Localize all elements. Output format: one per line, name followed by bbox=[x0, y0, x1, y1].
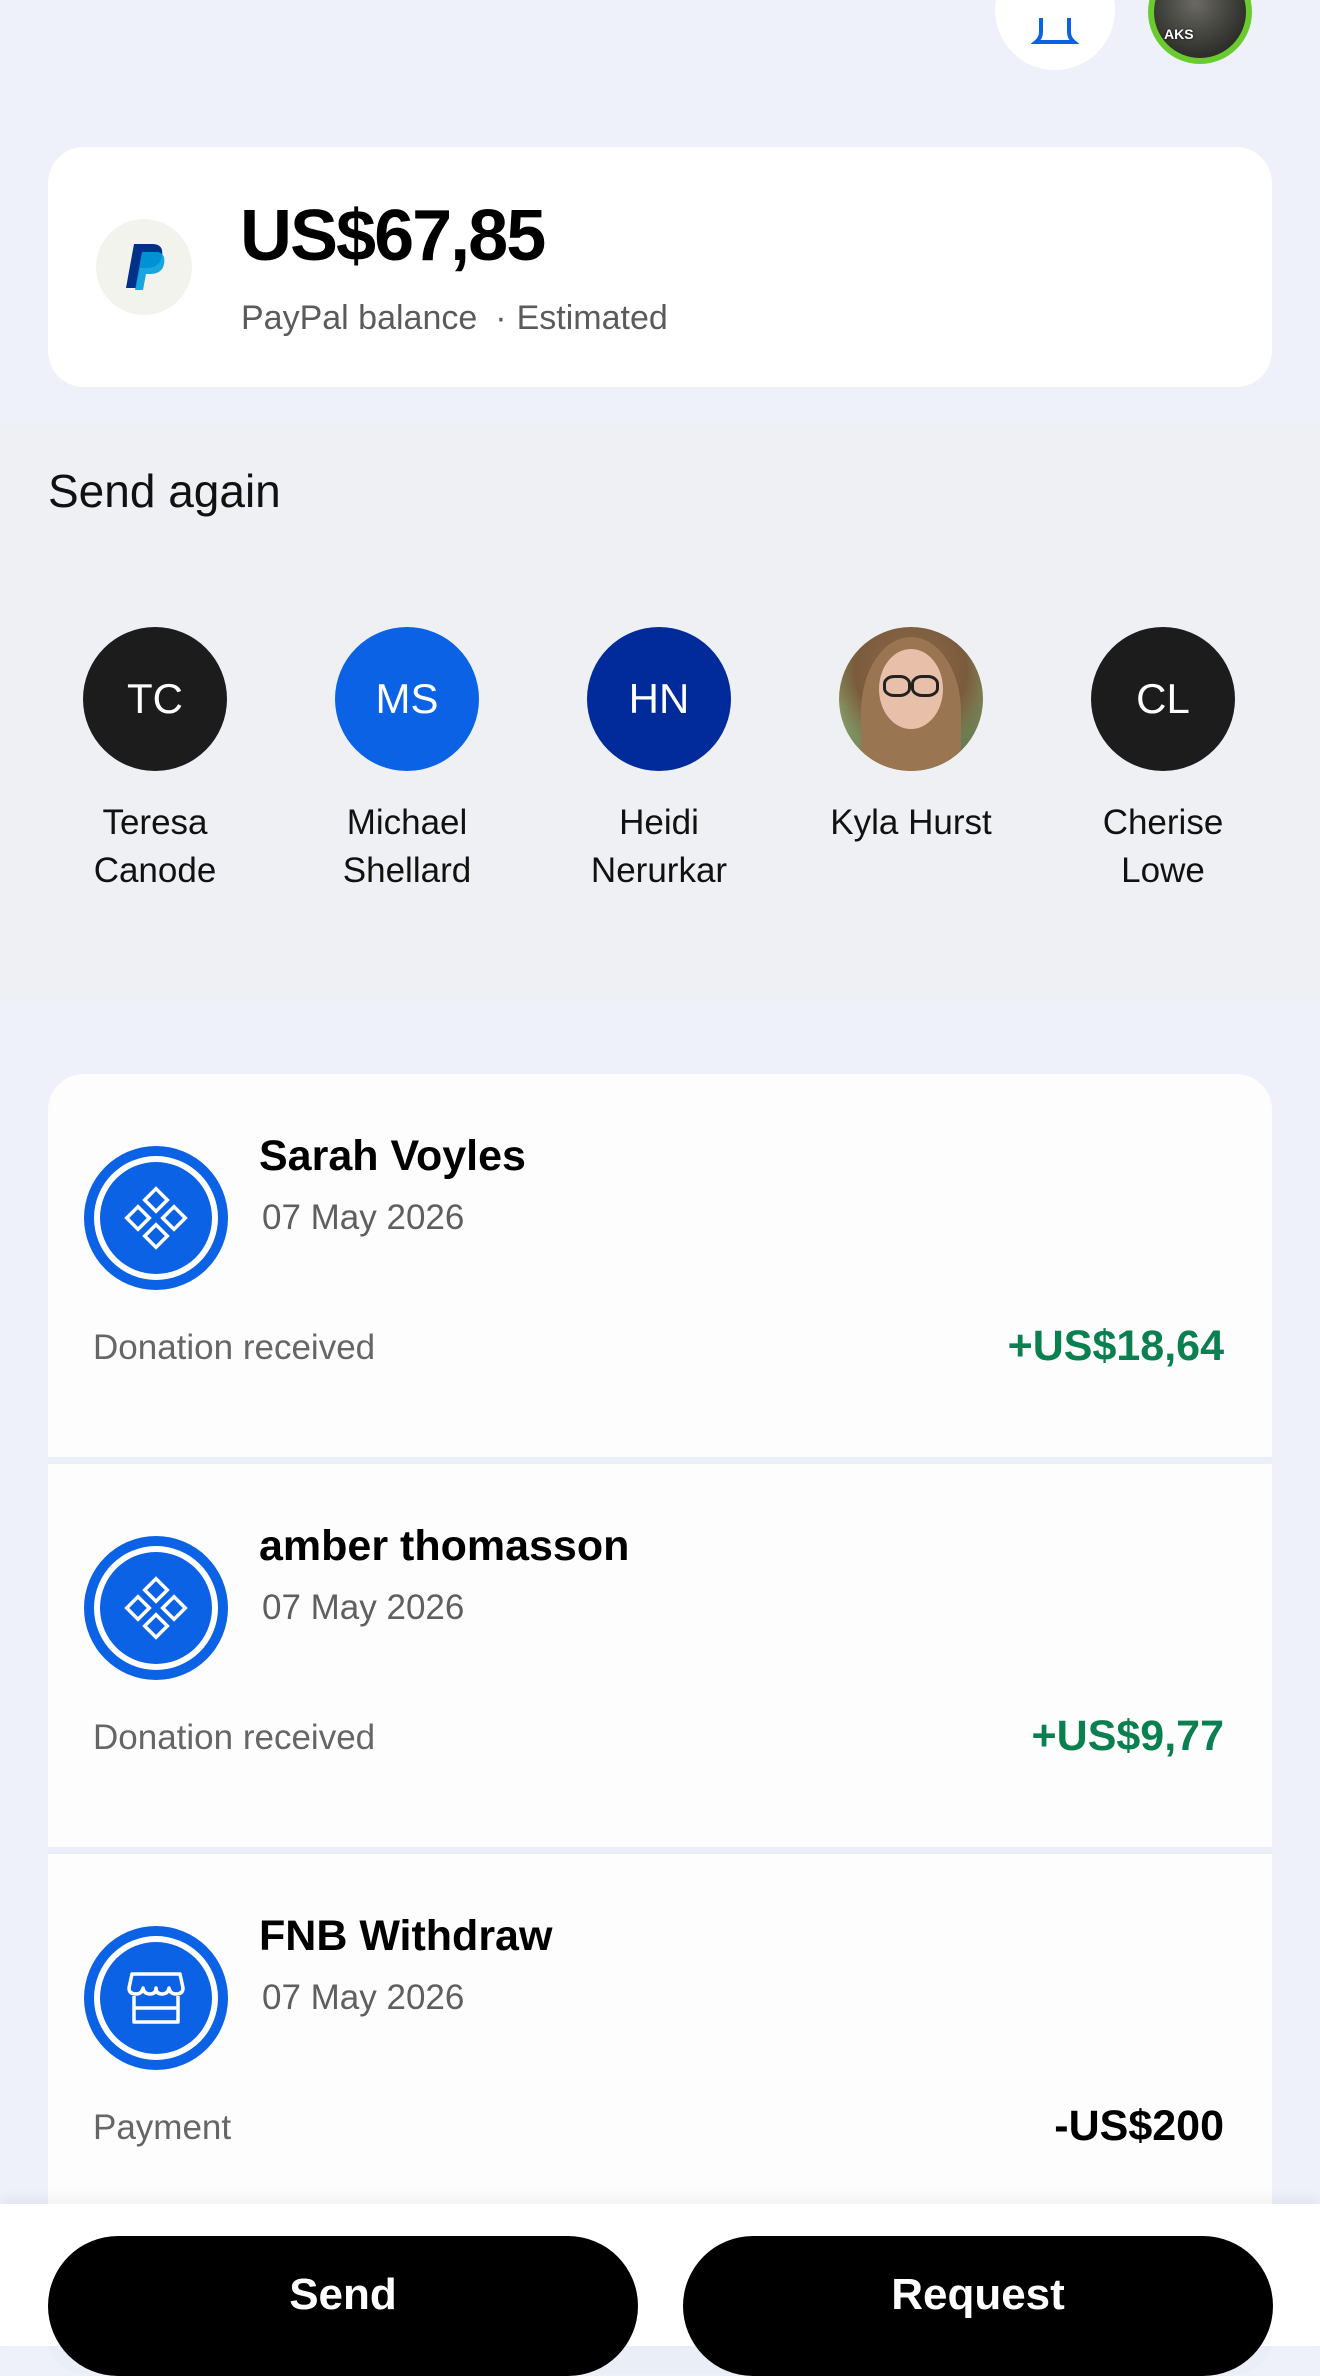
balance-label: PayPal balance · Estimated bbox=[241, 299, 668, 338]
contact-teresa-canode[interactable]: TC Teresa Canode bbox=[45, 627, 265, 895]
estimated-label: Estimated bbox=[516, 299, 668, 337]
paypal-logo-icon bbox=[96, 219, 192, 315]
bottom-action-bar: Send Request bbox=[0, 2204, 1320, 2376]
transaction-type: Payment bbox=[93, 2108, 232, 2147]
contact-name-line2: Canode bbox=[93, 851, 217, 890]
transaction-name: amber thomasson bbox=[259, 1522, 630, 1570]
transaction-name: FNB Withdraw bbox=[259, 1912, 553, 1960]
contact-name: Heidi Nerurkar bbox=[549, 799, 769, 895]
transaction-amount: -US$200 bbox=[1054, 2102, 1224, 2150]
avatar-image: AKS bbox=[1154, 0, 1246, 58]
transaction-amount: +US$18,64 bbox=[1007, 1322, 1224, 1370]
contact-name: Teresa Canode bbox=[45, 799, 265, 895]
contact-name-line1: Kyla Hurst bbox=[830, 803, 992, 842]
transaction-row[interactable]: amber thomasson 07 May 2026 Donation rec… bbox=[48, 1464, 1272, 1847]
separator-dot: · bbox=[495, 299, 507, 337]
transaction-name: Sarah Voyles bbox=[259, 1132, 526, 1180]
request-button[interactable]: Request bbox=[683, 2236, 1273, 2376]
send-button[interactable]: Send bbox=[48, 2236, 638, 2376]
balance-amount: US$67,85 bbox=[240, 196, 546, 276]
transaction-type: Donation received bbox=[93, 1328, 376, 1367]
contact-name: Kyla Hurst bbox=[801, 799, 1021, 847]
transaction-type: Donation received bbox=[93, 1718, 376, 1757]
activity-list: Sarah Voyles 07 May 2026 Donation receiv… bbox=[48, 1074, 1272, 2374]
contact-name-line1: Heidi bbox=[619, 803, 699, 842]
notifications-button[interactable] bbox=[995, 0, 1115, 70]
contact-name-line1: Teresa bbox=[102, 803, 208, 842]
transaction-amount: +US$9,77 bbox=[1031, 1712, 1224, 1760]
balance-card[interactable]: US$67,85 PayPal balance · Estimated bbox=[48, 147, 1272, 387]
balance-label-text: PayPal balance bbox=[241, 299, 478, 337]
contact-heidi-nerurkar[interactable]: HN Heidi Nerurkar bbox=[549, 627, 769, 895]
contact-name-line1: Michael bbox=[346, 803, 468, 842]
contact-initials: TC bbox=[127, 675, 183, 722]
send-again-title: Send again bbox=[48, 465, 281, 517]
transaction-date: 07 May 2026 bbox=[262, 1978, 465, 2017]
contact-initials: HN bbox=[628, 675, 690, 722]
bell-icon bbox=[1031, 18, 1079, 44]
send-again-section: Send again TC Teresa Canode MS Michael S… bbox=[0, 424, 1320, 999]
contact-name-line2: Nerurkar bbox=[590, 851, 728, 890]
contact-avatar: HN bbox=[587, 627, 731, 771]
avatar-tag: AKS bbox=[1164, 26, 1194, 42]
transaction-row[interactable]: FNB Withdraw 07 May 2026 Payment -US$200 bbox=[48, 1854, 1272, 2237]
contact-photo bbox=[839, 627, 983, 771]
photo-glasses bbox=[883, 675, 939, 697]
contact-name: Michael Shellard bbox=[297, 799, 517, 895]
transaction-date: 07 May 2026 bbox=[262, 1588, 465, 1627]
profile-avatar[interactable]: AKS bbox=[1148, 0, 1252, 64]
store-icon bbox=[84, 1926, 228, 2070]
contact-avatar: CL bbox=[1091, 627, 1235, 771]
contact-initials: MS bbox=[375, 675, 439, 722]
contact-name: Cherise Lowe bbox=[1053, 799, 1273, 895]
contact-kyla-hurst[interactable]: Kyla Hurst bbox=[801, 627, 1021, 847]
contact-name-line2: Lowe bbox=[1121, 851, 1205, 890]
contact-name-line2: Shellard bbox=[342, 851, 472, 890]
transaction-date: 07 May 2026 bbox=[262, 1198, 465, 1237]
contact-michael-shellard[interactable]: MS Michael Shellard bbox=[297, 627, 517, 895]
contact-avatar: TC bbox=[83, 627, 227, 771]
donation-icon bbox=[84, 1536, 228, 1680]
contact-name-line1: Cherise bbox=[1102, 803, 1224, 842]
donation-icon bbox=[84, 1146, 228, 1290]
contact-cherise-lowe[interactable]: CL Cherise Lowe bbox=[1053, 627, 1273, 895]
contact-avatar: MS bbox=[335, 627, 479, 771]
contact-initials: CL bbox=[1136, 675, 1190, 722]
transaction-row[interactable]: Sarah Voyles 07 May 2026 Donation receiv… bbox=[48, 1074, 1272, 1457]
